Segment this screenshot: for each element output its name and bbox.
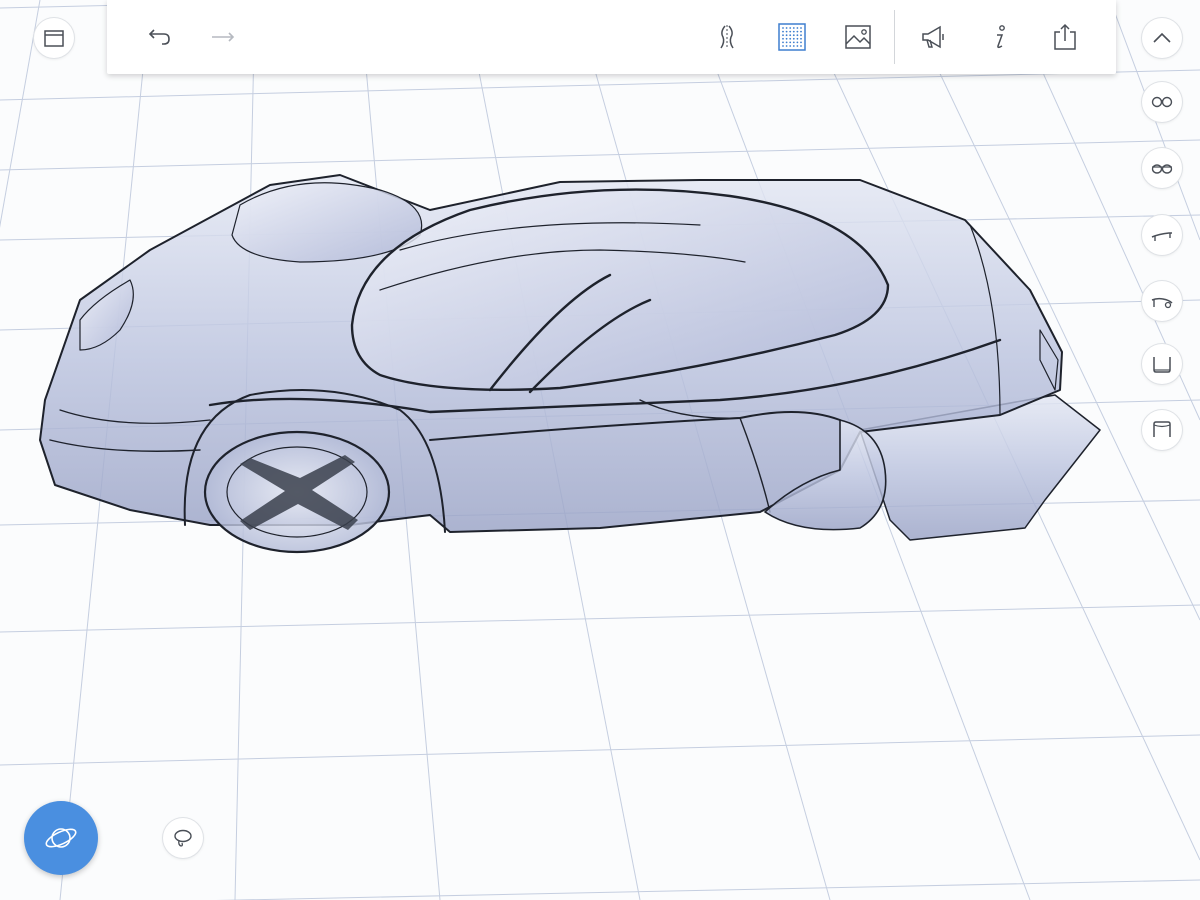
share-button[interactable] [1046, 18, 1084, 56]
view-side-wheel-button[interactable] [1142, 281, 1182, 321]
view-glasses-oval-button[interactable] [1142, 148, 1182, 188]
undo-arrow-icon [148, 29, 170, 45]
view-top-button[interactable] [1142, 410, 1182, 450]
share-export-icon [1054, 23, 1076, 50]
grid-dots-icon [778, 23, 806, 51]
grid-button[interactable] [773, 18, 811, 56]
view-side-profile-button[interactable] [1142, 215, 1182, 255]
redo-arrow-icon [212, 32, 235, 42]
symmetry-button[interactable] [708, 18, 746, 56]
reference-image-button[interactable] [839, 18, 877, 56]
orbit-button[interactable] [24, 801, 98, 875]
view-bottom-button[interactable] [1142, 344, 1182, 384]
info-button[interactable] [981, 18, 1019, 56]
top-frame-icon [1153, 421, 1171, 437]
image-icon [845, 25, 871, 49]
lasso-icon [174, 829, 192, 847]
orbit-planet-icon [45, 828, 77, 848]
window-icon [44, 30, 64, 47]
layers-button[interactable] [34, 18, 74, 58]
toolbar-divider [894, 10, 895, 64]
top-toolbar [107, 0, 1116, 74]
side-wheel-icon [1151, 297, 1173, 309]
view-glasses-round-button[interactable] [1142, 82, 1182, 122]
megaphone-icon [922, 25, 944, 49]
redo-button[interactable] [204, 18, 242, 56]
car-3d-model[interactable] [0, 0, 1200, 900]
info-icon [997, 25, 1005, 49]
lasso-button[interactable] [163, 818, 203, 858]
bottom-frame-icon [1153, 357, 1171, 373]
chevron-up-icon [1153, 32, 1171, 43]
symmetry-icon [720, 25, 734, 49]
collapse-button[interactable] [1142, 18, 1182, 58]
side-profile-icon [1151, 232, 1172, 241]
undo-button[interactable] [140, 18, 178, 56]
announce-button[interactable] [914, 18, 952, 56]
glasses-round-icon [1151, 96, 1173, 108]
glasses-oval-icon [1151, 164, 1173, 174]
